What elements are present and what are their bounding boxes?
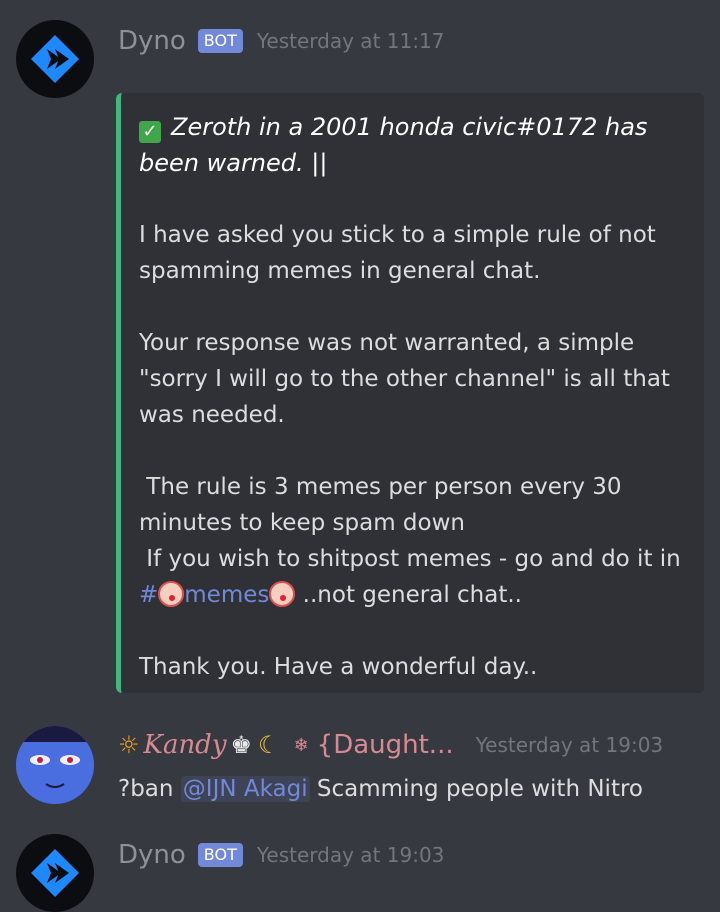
user-mention[interactable]: @IJN Akagi [180, 776, 310, 802]
embed-text-line: "sorry I will go to the other channel" i… [139, 366, 670, 392]
timestamp[interactable]: Yesterday at 19:03 [476, 733, 664, 757]
command-text: ?ban [118, 776, 181, 802]
username-dyno[interactable]: Dyno [118, 840, 186, 870]
embed-text-line: If you wish to shitpost memes - go and d… [139, 546, 681, 572]
message-dyno-next: Dyno BOT Yesterday at 19:03 [0, 820, 720, 912]
dyno-avatar[interactable] [16, 834, 94, 912]
embed-description: I have asked you stick to a simple rule … [139, 217, 686, 685]
username-kandy[interactable]: Kandy [144, 730, 227, 760]
embed-text-line: Your response was not warranted, a simpl… [139, 330, 635, 356]
channel-mention-memes[interactable]: # memes [139, 581, 296, 608]
role-text: {Daught... [316, 730, 454, 760]
embed-paragraph: Your response was not warranted, a simpl… [139, 325, 686, 433]
embed-title-line1: Zeroth in a 2001 honda civic#0172 has [171, 113, 648, 141]
dyno-avatar[interactable] [16, 20, 94, 98]
channel-hash: # [139, 582, 159, 608]
embed-text-line: Thank you. Have a wonderful day.. [139, 654, 538, 680]
bot-tag: BOT [197, 29, 243, 53]
message-header: ☼ Kandy ♚ ☾ ❄ {Daught... Yesterday at 19… [118, 730, 663, 760]
crescent-moon-icon: ☾ [258, 731, 280, 759]
embed-text-line: was needed. [139, 402, 285, 428]
embed-text-line: ..not general chat.. [295, 582, 522, 608]
embed-paragraph: Thank you. Have a wonderful day.. [139, 649, 686, 685]
snowflake-icon: ❄ [293, 734, 309, 756]
timestamp[interactable]: Yesterday at 19:03 [257, 843, 445, 867]
timestamp[interactable]: Yesterday at 11:17 [257, 29, 445, 53]
embed-title: ✓ Zeroth in a 2001 honda civic#0172 has b… [139, 109, 659, 181]
kandy-avatar[interactable] [16, 726, 94, 804]
embed-title-line2: been warned. || [139, 149, 328, 177]
embed-paragraph: The rule is 3 memes per person every 30 … [139, 469, 686, 613]
clown-face-icon [158, 581, 185, 607]
bot-tag: BOT [197, 843, 243, 867]
message-dyno-warning: Dyno BOT Yesterday at 11:17 ✓ Zeroth in a… [0, 0, 720, 700]
embed-text-line: I have asked you stick to a simple rule … [139, 222, 656, 248]
clown-face-icon [269, 581, 296, 607]
message-kandy: ☼ Kandy ♚ ☾ ❄ {Daught... Yesterday at 19… [0, 700, 720, 820]
embed-text-line: spamming memes in general chat. [139, 258, 541, 284]
kandy-avatar-art [16, 726, 94, 804]
channel-name: memes [184, 582, 270, 608]
dyno-logo-icon [31, 849, 79, 897]
white-check-mark-icon: ✓ [139, 121, 161, 143]
warning-embed: ✓ Zeroth in a 2001 honda civic#0172 has b… [116, 93, 704, 693]
message-header: Dyno BOT Yesterday at 19:03 [118, 840, 444, 870]
dyno-logo-icon [31, 35, 79, 83]
embed-text-line: The rule is 3 memes per person every 30 [139, 474, 622, 500]
message-header: Dyno BOT Yesterday at 11:17 [118, 26, 444, 56]
reason-text: Scamming people with Nitro [309, 776, 643, 802]
embed-text-line: minutes to keep spam down [139, 510, 465, 536]
username-dyno[interactable]: Dyno [118, 26, 186, 56]
sun-icon: ☼ [118, 731, 140, 759]
crown-icon: ♚ [230, 731, 253, 759]
embed-paragraph: I have asked you stick to a simple rule … [139, 217, 686, 289]
message-content: ?ban @IJN Akagi Scamming people with Nit… [118, 776, 643, 802]
